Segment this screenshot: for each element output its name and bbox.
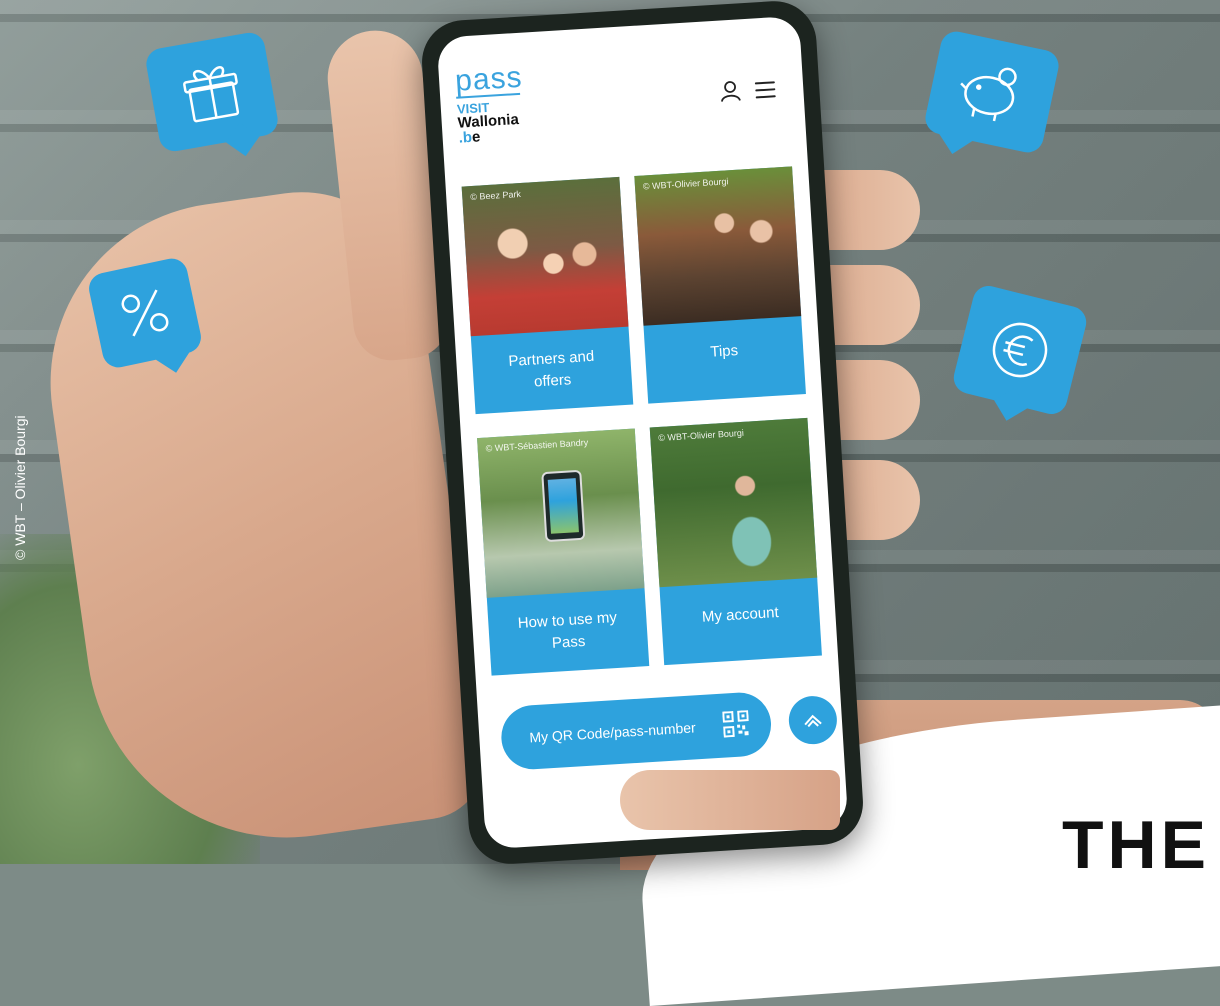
mini-phone-image [541, 469, 586, 543]
tile-photo: © Beez Park [461, 176, 629, 337]
photo-credit: © WBT – Olivier Bourgi [12, 415, 28, 560]
percent-bubble [86, 255, 204, 371]
qr-code-icon [722, 710, 749, 738]
euro-icon [992, 322, 1048, 378]
corner-heading: THE [1062, 807, 1210, 883]
logo-wallonia: Wallonia [457, 110, 520, 132]
tile-photo-credit: © WBT-Olivier Bourgi [642, 176, 729, 192]
qr-code-button[interactable]: My QR Code/pass-number [499, 690, 773, 772]
tile-grid: © Beez Park Partners and offers © WBT-Ol… [461, 166, 822, 676]
tile-photo: © WBT-Sébastien Bandry [477, 428, 645, 598]
scroll-top-button[interactable] [787, 694, 839, 746]
tile-label: My account [701, 604, 780, 626]
gift-bubble [143, 30, 281, 154]
menu-icon[interactable] [754, 81, 776, 99]
tile-label: Tips [709, 342, 739, 361]
pass-logo[interactable]: pass VISIT Wallonia .be [454, 60, 524, 147]
user-icon[interactable] [719, 79, 742, 102]
phone-screen: pass VISIT Wallonia .be © Beez Park Part… [436, 15, 849, 850]
tile-tips[interactable]: © WBT-Olivier Bourgi Tips [634, 166, 806, 404]
chevron-up-icon [804, 714, 822, 728]
tile-photo-credit: © Beez Park [470, 188, 522, 203]
logo-pass: pass [454, 60, 524, 99]
gift-icon [183, 66, 240, 123]
qr-code-label: My QR Code/pass-number [528, 719, 697, 746]
phone: pass VISIT Wallonia .be © Beez Park Part… [419, 0, 866, 867]
percent-icon [121, 289, 169, 337]
piggy-bank-icon [960, 67, 1017, 122]
tile-partners-offers[interactable]: © Beez Park Partners and offers [461, 176, 634, 415]
app-header: pass VISIT Wallonia .be [437, 16, 807, 158]
pointing-finger [620, 770, 840, 830]
tile-how-to-use[interactable]: © WBT-Sébastien Bandry How to use my Pas… [477, 428, 650, 676]
tile-label: Partners and offers [507, 347, 595, 391]
tile-photo: © WBT-Olivier Bourgi [649, 417, 818, 588]
tile-label: How to use my Pass [517, 608, 618, 652]
tile-my-account[interactable]: © WBT-Olivier Bourgi My account [649, 417, 822, 666]
tile-photo-credit: © WBT-Sébastien Bandry [485, 437, 589, 454]
tile-photo: © WBT-Olivier Bourgi [634, 166, 802, 326]
tile-photo-credit: © WBT-Olivier Bourgi [658, 427, 745, 444]
